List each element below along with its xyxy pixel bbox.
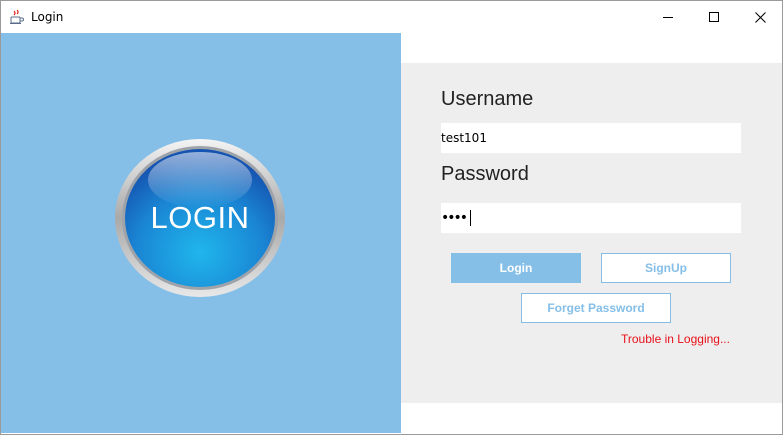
window-title: Login	[31, 10, 64, 24]
password-label: Password	[441, 163, 529, 185]
trouble-logging-link[interactable]: Trouble in Logging...	[621, 332, 730, 346]
right-bottom-strip	[401, 403, 782, 433]
maximize-button[interactable]	[691, 1, 737, 33]
username-input[interactable]: test101	[441, 123, 741, 153]
text-caret	[470, 210, 472, 226]
minimize-icon	[663, 17, 673, 18]
maximize-icon	[709, 12, 719, 22]
login-button[interactable]: Login	[451, 253, 581, 283]
title-bar[interactable]: Login	[1, 1, 782, 33]
java-coffee-cup-icon	[9, 9, 25, 25]
login-form-panel	[401, 63, 782, 403]
right-top-strip	[401, 33, 782, 63]
login-window: Login LOGIN Username test101 Password ••…	[0, 0, 783, 435]
password-mask: ••••	[441, 203, 472, 233]
minimize-button[interactable]	[645, 1, 691, 33]
login-badge-icon: LOGIN	[114, 138, 286, 298]
close-icon	[755, 12, 766, 23]
forget-password-button[interactable]: Forget Password	[521, 293, 671, 323]
badge-text: LOGIN	[150, 200, 250, 235]
username-label: Username	[441, 88, 534, 110]
signup-button[interactable]: SignUp	[601, 253, 731, 283]
password-input[interactable]: ••••	[441, 203, 741, 233]
close-button[interactable]	[737, 1, 783, 33]
